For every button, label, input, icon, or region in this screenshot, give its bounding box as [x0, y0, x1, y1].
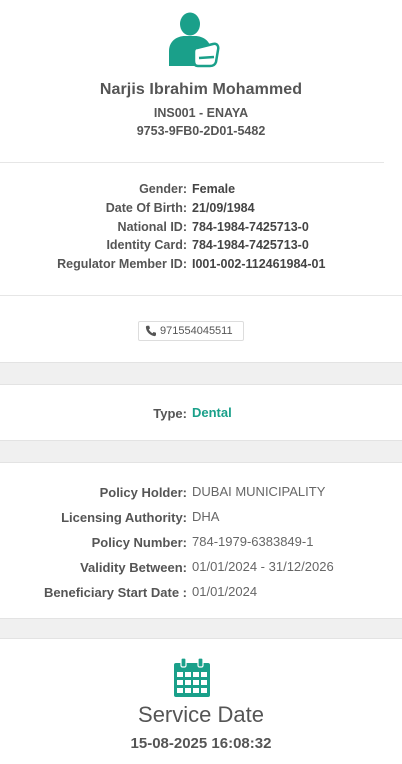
detail-label: Gender: — [139, 182, 187, 196]
policy-label: Policy Number: — [91, 535, 187, 550]
calendar-icon — [174, 658, 210, 697]
service-datetime: 15-08-2025 16:08:32 — [130, 735, 272, 752]
detail-row-regulator-member-id: Regulator Member ID: I001-002-112461984-… — [0, 257, 402, 275]
detail-label: Date Of Birth: — [105, 201, 187, 215]
policy-row-number: Policy Number: 784-1979-6383849-1 — [0, 534, 402, 552]
detail-label: National ID: — [117, 220, 187, 234]
policy-value: DHA — [192, 509, 220, 524]
policy-value: 01/01/2024 — [192, 584, 258, 599]
detail-row-gender: Gender: Female — [0, 182, 402, 200]
detail-value: 21/09/1984 — [192, 201, 255, 215]
card-id: 9753-9FB0-2D01-5482 — [136, 124, 266, 138]
policy-label: Validity Between: — [80, 560, 187, 575]
member-code: INS001 - ENAYA — [153, 106, 249, 120]
coverage-type-row: Type: Dental — [0, 405, 402, 423]
policy-label: Beneficiary Start Date : — [43, 585, 187, 600]
phone-icon — [145, 325, 156, 337]
patient-header: Narjis Ibrahim Mohammed INS001 - ENAYA 9… — [0, 0, 402, 162]
policy-label: Licensing Authority: — [61, 510, 187, 525]
detail-row-date-of-birth: Date Of Birth: 21/09/1984 — [0, 201, 402, 219]
service-date-title: Service Date — [138, 702, 264, 727]
detail-row-national-id: National ID: 784-1984-7425713-0 — [0, 220, 402, 238]
patient-arm-sling-icon — [169, 12, 220, 68]
policy-label: Policy Holder: — [99, 485, 187, 500]
type-label: Type: — [153, 406, 187, 421]
policy-value: 784-1979-6383849-1 — [192, 534, 314, 549]
divider — [0, 295, 402, 296]
detail-value: 784-1984-7425713-0 — [192, 220, 309, 234]
policy-row-validity: Validity Between: 01/01/2024 - 31/12/202… — [0, 559, 402, 577]
policy-value: 01/01/2024 - 31/12/2026 — [192, 559, 334, 574]
detail-label: Regulator Member ID: — [57, 257, 187, 271]
patient-name: Narjis Ibrahim Mohammed — [99, 81, 303, 98]
section-separator — [0, 618, 402, 639]
divider — [0, 162, 384, 163]
detail-row-identity-card: Identity Card: 784-1984-7425713-0 — [0, 238, 402, 256]
phone-number: 971554045511 — [160, 325, 233, 337]
section-separator — [0, 362, 402, 385]
policy-value: DUBAI MUNICIPALITY — [192, 484, 326, 499]
detail-value: Female — [192, 182, 236, 196]
section-separator — [0, 440, 402, 463]
policy-row-beneficiary-start: Beneficiary Start Date : 01/01/2024 — [0, 584, 402, 602]
policy-row-holder: Policy Holder: DUBAI MUNICIPALITY — [0, 484, 402, 502]
detail-value: 784-1984-7425713-0 — [192, 238, 309, 252]
policy-row-licensing-authority: Licensing Authority: DHA — [0, 509, 402, 527]
detail-label: Identity Card: — [106, 238, 187, 252]
phone-chip[interactable]: 971554045511 — [138, 321, 244, 341]
type-value: Dental — [192, 405, 232, 420]
detail-value: I001-002-112461984-01 — [192, 257, 326, 271]
